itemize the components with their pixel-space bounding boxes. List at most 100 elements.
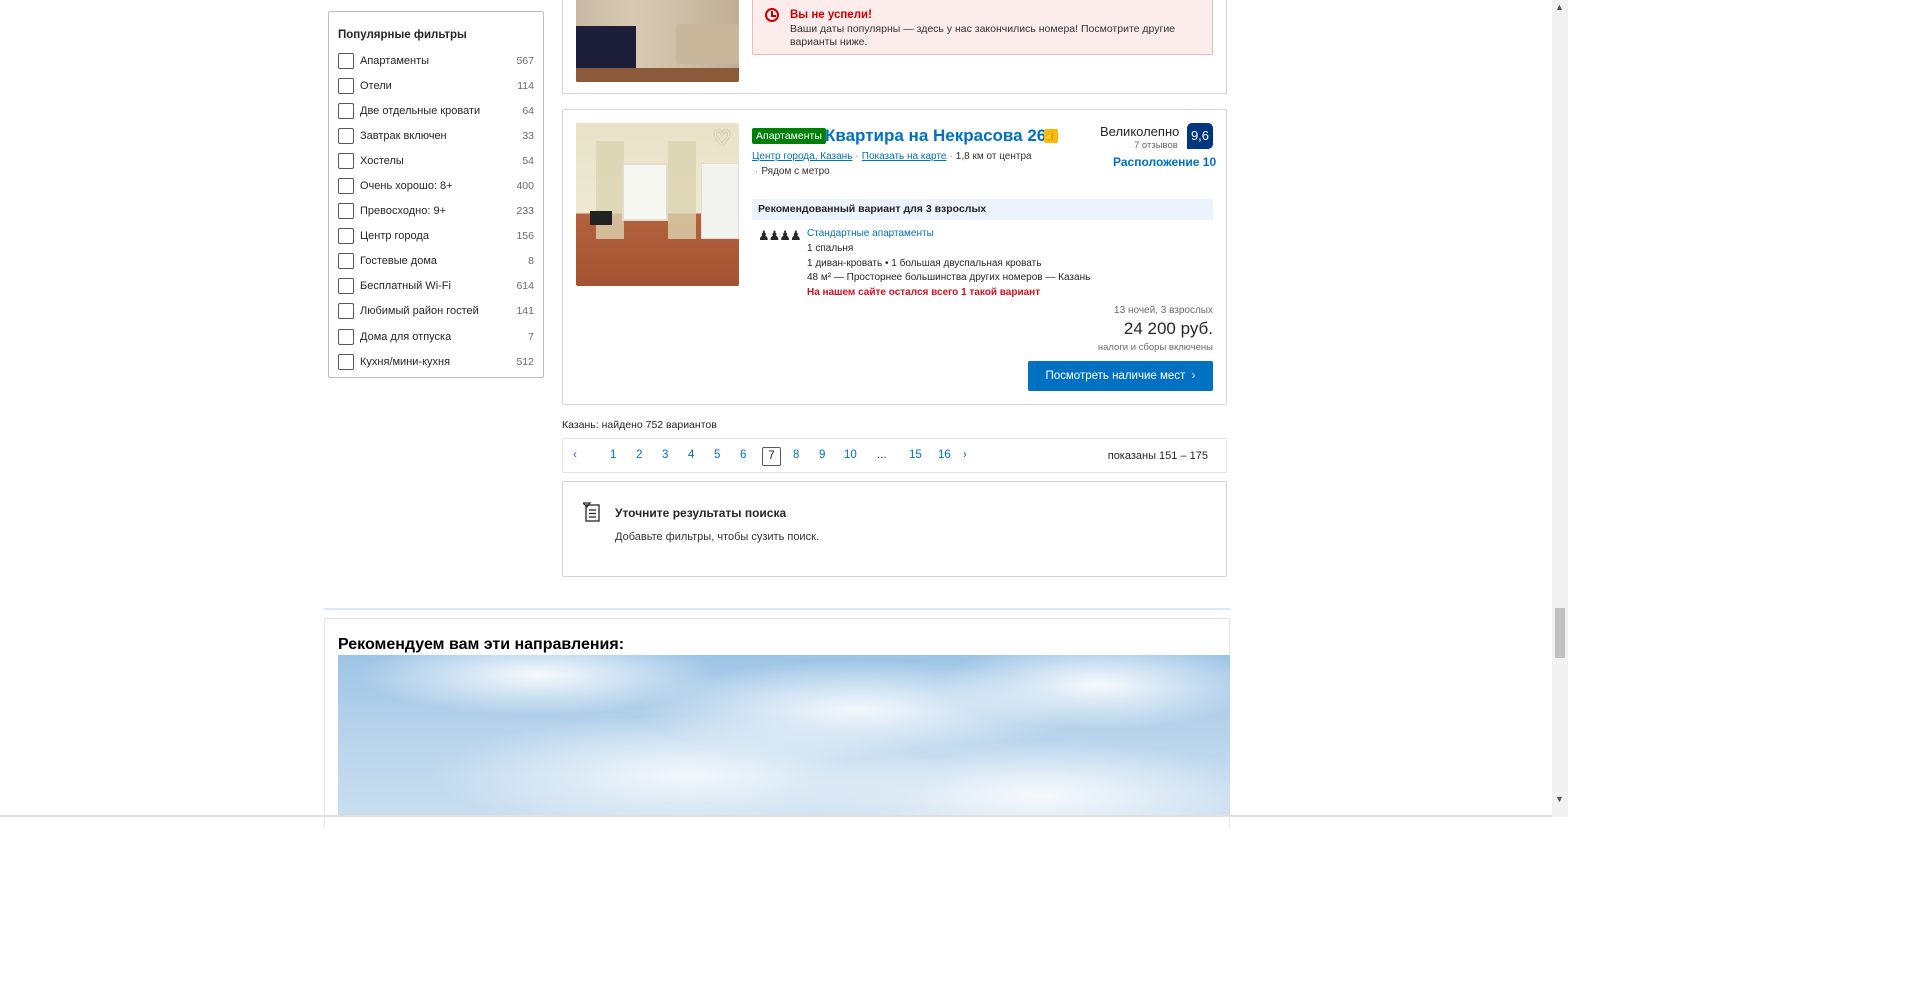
clock-icon xyxy=(765,8,779,22)
filter-checkbox[interactable] xyxy=(338,52,354,69)
review-score-badge[interactable]: 9,6 xyxy=(1187,123,1213,149)
filter-checkbox[interactable] xyxy=(338,178,354,195)
thumbs-up-icon: 👍 xyxy=(1044,129,1058,143)
price: 24 200 руб. xyxy=(1123,319,1213,338)
refine-title: Уточните результаты поиска xyxy=(615,506,787,520)
metro-line: · Рядом с метро xyxy=(755,166,830,177)
popular-filters-panel: Популярные фильтры Апартаменты 567 Отели 11… xyxy=(328,11,544,378)
sold-out-text: Ваши даты популярны — здесь у нас законч… xyxy=(790,23,1176,48)
filter-count: 233 xyxy=(516,205,534,218)
filter-checkbox[interactable] xyxy=(338,102,354,119)
pagination: ‹ 1 2 3 4 5 6 7 8 9 10 ... 15 16 › показ… xyxy=(562,438,1227,473)
filter-checkbox[interactable] xyxy=(338,152,354,169)
page-link-3[interactable]: 3 xyxy=(662,449,668,461)
filter-checkbox[interactable] xyxy=(338,127,354,144)
distance-text: 1,8 км от центра xyxy=(955,151,1032,162)
filter-label: Превосходно: 9+ xyxy=(360,205,446,218)
filter-checkbox[interactable] xyxy=(338,77,354,94)
scarcity-warning: На нашем сайте остался всего 1 такой вар… xyxy=(807,287,1041,298)
previous-property-photo[interactable] xyxy=(576,0,739,82)
filter-label: Бесплатный Wi-Fi xyxy=(360,280,451,293)
page-link-10[interactable]: 10 xyxy=(844,449,857,461)
filter-count: 512 xyxy=(516,355,534,368)
filter-row[interactable]: Очень хорошо: 8+ 400 xyxy=(338,173,534,198)
filter-row[interactable]: Бесплатный Wi-Fi 614 xyxy=(338,274,534,299)
recommended-unit-bar: Рекомендованный вариант для 3 взрослых xyxy=(752,199,1213,220)
filter-row[interactable]: Завтрак включен 33 xyxy=(338,123,534,148)
filter-row[interactable]: Дома для отпуска 7 xyxy=(338,324,534,349)
scroll-down-icon[interactable]: ▼ xyxy=(1555,794,1564,804)
filter-count: 114 xyxy=(517,79,534,92)
page-link-16[interactable]: 16 xyxy=(938,449,951,461)
page-ellipsis: ... xyxy=(877,449,887,461)
filter-count: 64 xyxy=(522,104,534,117)
filter-checkbox[interactable] xyxy=(338,328,354,345)
filter-label: Дома для отпуска xyxy=(360,330,452,343)
filter-label: Завтрак включен xyxy=(360,129,447,142)
favorite-heart-icon[interactable]: ♡ xyxy=(711,129,733,149)
score-word: Великолепно xyxy=(1100,124,1180,139)
refine-search-box: Уточните результаты поиска Добавьте филь… xyxy=(562,481,1227,577)
unit-size: 48 м² — Просторнее большинства других но… xyxy=(807,272,1091,283)
page-link-15[interactable]: 15 xyxy=(909,449,922,461)
filter-checkbox[interactable] xyxy=(338,228,354,245)
filter-checkbox[interactable] xyxy=(338,353,354,370)
scroll-up-icon[interactable]: ▲ xyxy=(1555,2,1564,12)
page-link-1[interactable]: 1 xyxy=(610,449,616,461)
unit-type-link[interactable]: Стандартные апартаменты xyxy=(807,228,934,239)
scrollbar-thumb[interactable] xyxy=(1555,608,1565,658)
destination-banner-image[interactable] xyxy=(338,655,1230,817)
filter-list: Апартаменты 567 Отели 114 Две отдельные кров… xyxy=(338,48,534,374)
filter-label: Центр города xyxy=(360,230,429,243)
filter-label: Любимый район гостей xyxy=(360,305,479,318)
page-link-2[interactable]: 2 xyxy=(636,449,642,461)
filter-label: Очень хорошо: 8+ xyxy=(360,180,453,193)
filter-row[interactable]: Любимый район гостей 141 xyxy=(338,299,534,324)
sold-out-title: Вы не успели! xyxy=(790,9,872,21)
current-page: 7 xyxy=(762,447,781,466)
refine-text: Добавьте фильтры, чтобы сузить поиск. xyxy=(615,531,819,543)
filter-checkbox[interactable] xyxy=(338,253,354,270)
page-link-6[interactable]: 6 xyxy=(740,449,746,461)
show-on-map-link[interactable]: Показать на карте xyxy=(862,151,947,162)
results-range: показаны 151 – 175 xyxy=(1107,450,1208,462)
see-availability-button[interactable]: Посмотреть наличие мест › xyxy=(1028,361,1213,391)
page-scrollbar[interactable] xyxy=(1552,0,1568,817)
page-link-5[interactable]: 5 xyxy=(714,449,720,461)
property-name-link[interactable]: Квартира на Некрасова 26 xyxy=(825,126,1046,146)
page-link-4[interactable]: 4 xyxy=(688,449,694,461)
filter-count: 7 xyxy=(528,330,534,343)
filter-count: 614 xyxy=(516,280,534,293)
filter-row[interactable]: Центр города 156 xyxy=(338,224,534,249)
filter-row[interactable]: Хостелы 54 xyxy=(338,148,534,173)
filter-count: 156 xyxy=(516,230,534,243)
filter-row[interactable]: Отели 114 xyxy=(338,73,534,98)
filter-checkbox[interactable] xyxy=(338,278,354,295)
prev-page-chevron-icon[interactable]: ‹ xyxy=(573,449,577,461)
page-link-8[interactable]: 8 xyxy=(793,449,799,461)
filter-row[interactable]: Гостевые дома 8 xyxy=(338,249,534,274)
filter-label: Кухня/мини-кухня xyxy=(360,355,451,368)
filter-checkbox[interactable] xyxy=(338,203,354,220)
filter-row[interactable]: Апартаменты 567 xyxy=(338,48,534,73)
filter-row[interactable]: Две отдельные кровати 64 xyxy=(338,98,534,123)
stay-details: 13 ночей, 3 взрослых xyxy=(1114,305,1213,316)
filter-row[interactable]: Кухня/мини-кухня 512 xyxy=(338,349,534,374)
filter-list-icon xyxy=(583,502,600,522)
next-page-chevron-icon[interactable]: › xyxy=(963,449,967,461)
location-link[interactable]: Центр города, Казань xyxy=(752,151,852,162)
filter-count: 567 xyxy=(516,54,534,67)
location-line: Центр города, Казань · Показать на карте · 1… xyxy=(752,151,1032,162)
filter-row[interactable]: Превосходно: 9+ 233 xyxy=(338,199,534,224)
filter-count: 8 xyxy=(528,255,534,268)
location-score: Расположение 10 xyxy=(1113,155,1217,169)
sold-out-alert: Вы не успели! Ваши даты популярны — здес… xyxy=(752,0,1213,55)
metro-text: Рядом с метро xyxy=(761,166,830,177)
review-count[interactable]: 7 отзывов xyxy=(1134,140,1178,151)
filter-label: Отели xyxy=(360,79,392,92)
filter-count: 33 xyxy=(522,129,534,142)
filter-count: 141 xyxy=(516,305,534,318)
filters-title: Популярные фильтры xyxy=(338,29,467,41)
page-link-9[interactable]: 9 xyxy=(819,449,825,461)
filter-checkbox[interactable] xyxy=(338,303,354,320)
